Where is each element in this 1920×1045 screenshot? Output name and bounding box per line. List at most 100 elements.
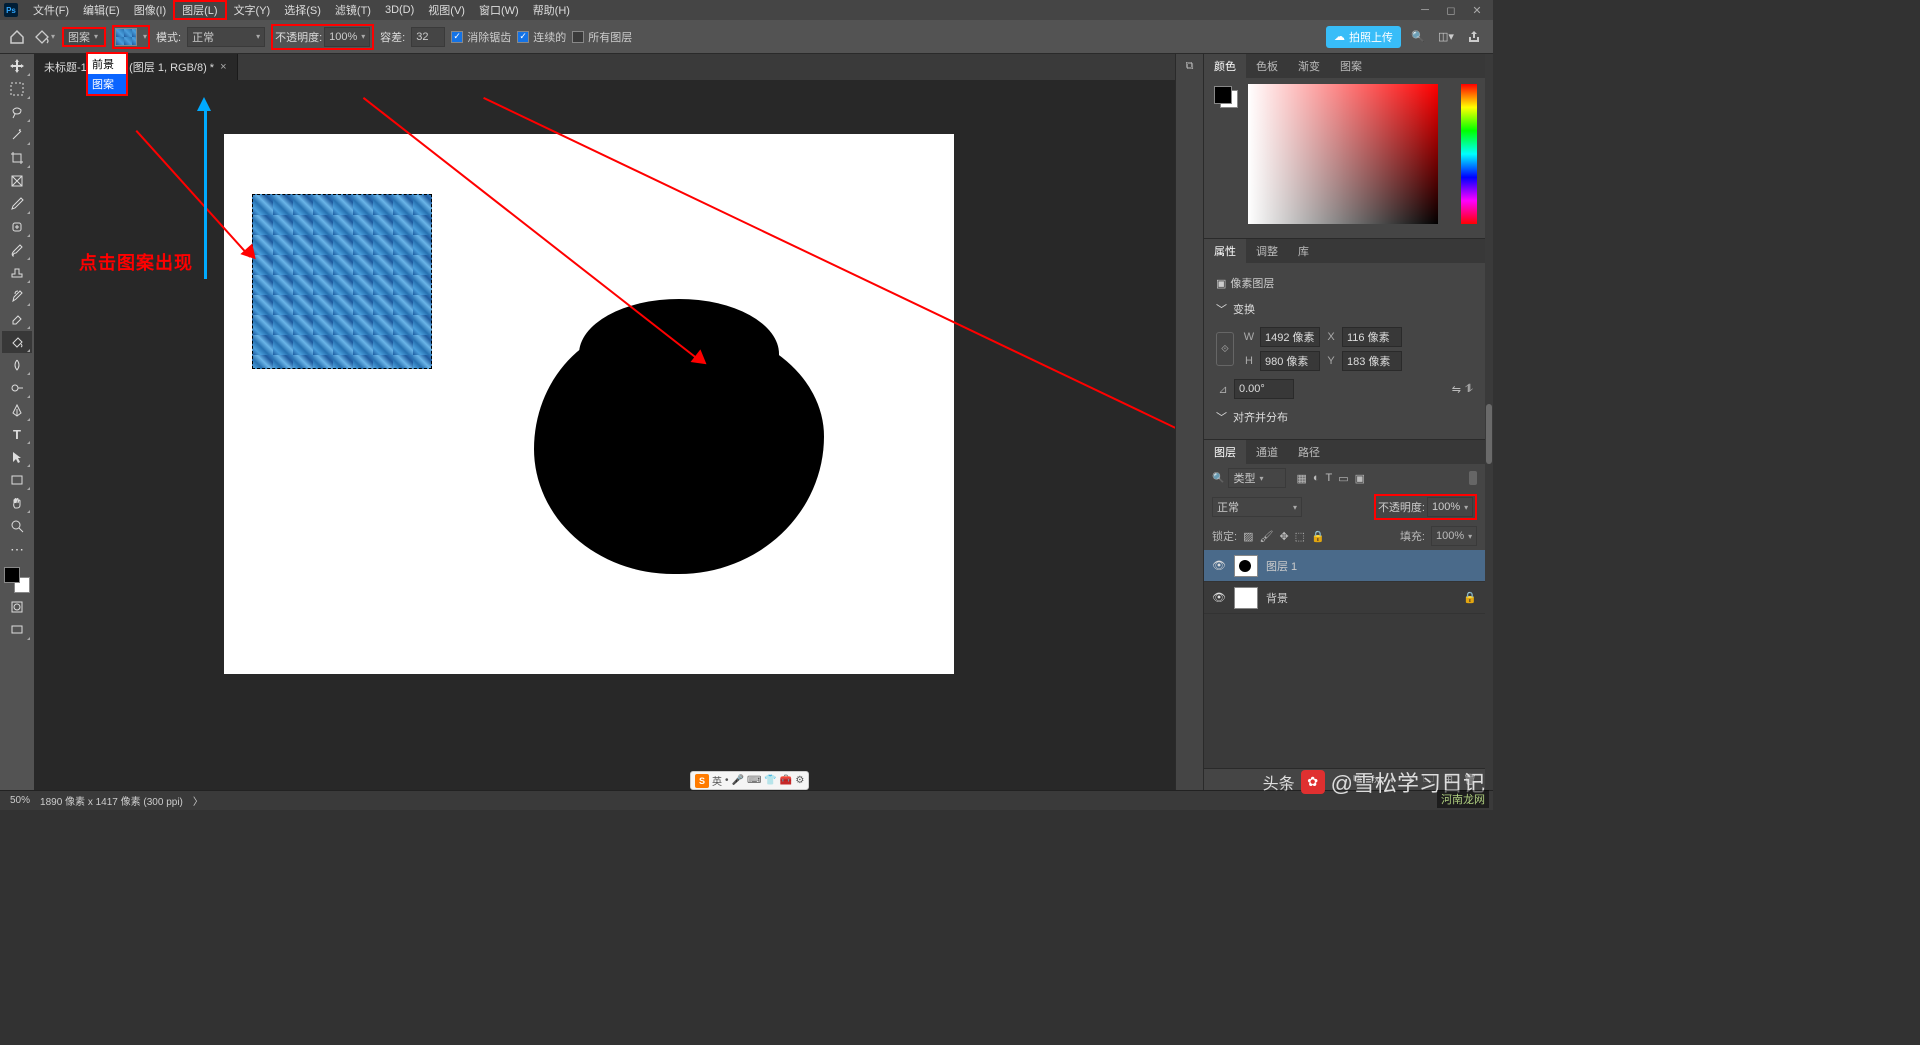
fill-option-foreground[interactable]: 前景 [88,54,126,74]
tab-gradients[interactable]: 渐变 [1288,54,1330,78]
bucket-tool-icon[interactable]: ▾ [32,25,56,49]
filter-toggle[interactable] [1469,471,1477,485]
transform-header[interactable]: ﹀变换 [1216,295,1473,323]
zoom-tool[interactable] [2,515,32,537]
zoom-level[interactable]: 50% [10,795,30,806]
ime-mic-icon[interactable]: 🎤 [732,775,744,786]
shape-tool[interactable] [2,469,32,491]
panel-scrollbar[interactable] [1485,54,1493,790]
layer-opacity-input[interactable]: 100%▾ [1427,497,1473,517]
move-tool[interactable] [2,55,32,77]
menu-help[interactable]: 帮助(H) [526,2,577,18]
search-icon[interactable]: 🔍 [1407,26,1429,48]
angle-input[interactable] [1234,379,1294,399]
menu-window[interactable]: 窗口(W) [472,2,526,18]
blend-mode-layers[interactable]: 正常▾ [1212,497,1302,517]
color-panel-swatches[interactable] [1212,84,1240,110]
tolerance-input[interactable]: 32 [411,27,445,47]
pattern-picker[interactable]: ▾ [112,25,150,49]
menu-view[interactable]: 视图(V) [421,2,472,18]
history-brush-tool[interactable] [2,285,32,307]
ime-toolbar[interactable]: S 英 •🎤 ⌨ 👕 🧰 ⚙ [690,771,809,790]
x-input[interactable] [1342,327,1402,347]
layer-name[interactable]: 背景 [1266,590,1288,606]
quickmask-icon[interactable] [2,596,32,618]
path-select-tool[interactable] [2,446,32,468]
lock-position-icon[interactable]: ✥ [1279,530,1288,543]
document-tab[interactable]: 未标题-1 @ 50% (图层 1, RGB/8) *× [34,54,238,80]
lock-artboard-icon[interactable]: ⬚ [1295,530,1305,543]
filter-image-icon[interactable]: ▦ [1296,472,1306,485]
align-header[interactable]: ﹀对齐并分布 [1216,403,1473,431]
ime-keyboard-icon[interactable]: ⌨ [747,775,761,786]
width-input[interactable] [1260,327,1320,347]
share-icon[interactable] [1463,26,1485,48]
history-panel-icon[interactable]: ⧉ [1186,60,1194,73]
ime-settings-icon[interactable]: ⚙ [795,775,804,786]
y-input[interactable] [1342,351,1402,371]
menu-edit[interactable]: 编辑(E) [76,2,127,18]
menu-type[interactable]: 文字(Y) [227,2,278,18]
lock-paint-icon[interactable]: 🖌 [1259,530,1273,543]
canvas[interactable] [224,134,954,674]
ime-lang[interactable]: 英 [712,773,722,788]
visibility-icon[interactable]: 👁 [1212,591,1226,604]
height-input[interactable] [1260,351,1320,371]
filter-smart-icon[interactable]: ▣ [1355,472,1365,485]
type-tool[interactable]: T [2,423,32,445]
edit-toolbar[interactable]: ⋯ [2,538,32,560]
link-wh-icon[interactable]: ⟐ [1216,332,1234,366]
filter-search-icon[interactable]: 🔍 [1212,473,1224,484]
blend-mode-dropdown[interactable]: 正常▾ [187,27,265,47]
minimize-icon[interactable]: ─ [1413,2,1437,18]
all-layers-checkbox[interactable]: 所有图层 [572,29,632,45]
brush-tool[interactable] [2,239,32,261]
crop-tool[interactable] [2,147,32,169]
menu-3d[interactable]: 3D(D) [378,4,421,16]
antialias-checkbox[interactable]: ✓消除锯齿 [451,29,511,45]
marquee-tool[interactable] [2,78,32,100]
tab-layers[interactable]: 图层 [1204,440,1246,464]
menu-filter[interactable]: 滤镜(T) [328,2,378,18]
tab-properties[interactable]: 属性 [1204,239,1246,263]
fill-source-dropdown[interactable]: 图案▾ [62,27,106,47]
color-field[interactable] [1248,84,1438,224]
visibility-icon[interactable]: 👁 [1212,559,1226,572]
lasso-tool[interactable] [2,101,32,123]
menu-layer[interactable]: 图层(L) [173,0,226,20]
filter-type-dropdown[interactable]: 类型▾ [1228,468,1286,488]
ime-toolbox-icon[interactable]: 🧰 [780,775,792,786]
tab-adjustments[interactable]: 调整 [1246,239,1288,263]
upload-button[interactable]: ☁拍照上传 [1326,26,1401,48]
layer-fill-input[interactable]: 100%▾ [1431,526,1477,546]
close-icon[interactable]: ✕ [1465,2,1489,18]
tab-patterns[interactable]: 图案 [1330,54,1372,78]
color-swatches[interactable] [2,565,32,595]
eyedropper-tool[interactable] [2,193,32,215]
dodge-tool[interactable] [2,377,32,399]
layer-row[interactable]: 👁 背景 🔒 [1204,582,1485,614]
contiguous-checkbox[interactable]: ✓连续的 [517,29,566,45]
maximize-icon[interactable]: ◻ [1439,2,1463,18]
menu-select[interactable]: 选择(S) [277,2,328,18]
tab-channels[interactable]: 通道 [1246,440,1288,464]
filter-adjust-icon[interactable]: ◐ [1313,472,1320,485]
flip-v-icon[interactable]: ⥮ [1465,383,1473,396]
tab-swatches[interactable]: 色板 [1246,54,1288,78]
ime-skin-icon[interactable]: 👕 [764,775,776,786]
tab-close-icon[interactable]: × [220,61,226,73]
opacity-input[interactable]: 100%▾ [324,27,370,47]
layer-row[interactable]: 👁 图层 1 [1204,550,1485,582]
status-arrow-icon[interactable]: 〉 [193,793,203,808]
workspace-icon[interactable]: ◫▾ [1435,26,1457,48]
lock-all-icon[interactable]: 🔒 [1311,530,1325,543]
menu-file[interactable]: 文件(F) [26,2,76,18]
tab-libraries[interactable]: 库 [1288,239,1319,263]
bucket-tool[interactable] [2,331,32,353]
lock-pixels-icon[interactable]: ▨ [1243,530,1253,543]
hand-tool[interactable] [2,492,32,514]
filter-type-icon[interactable]: T [1326,472,1333,485]
tab-color[interactable]: 颜色 [1204,54,1246,78]
frame-tool[interactable] [2,170,32,192]
pen-tool[interactable] [2,400,32,422]
